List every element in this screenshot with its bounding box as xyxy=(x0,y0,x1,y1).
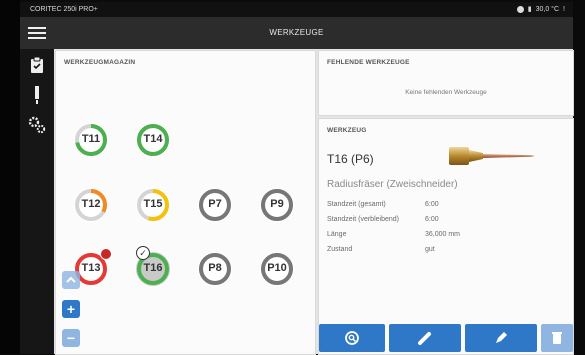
tool-slot-p10[interactable]: P10 xyxy=(260,252,294,286)
tool-property-value: 36,000 mm xyxy=(425,231,461,238)
tool-property-key: Länge xyxy=(327,231,347,238)
info-icon: ! xyxy=(563,5,565,13)
tool-slot-label: T11 xyxy=(81,133,101,145)
tool-slot-label: T12 xyxy=(81,198,101,210)
tool-slot-label: T14 xyxy=(143,133,163,145)
tool-slot-t11[interactable]: T11 xyxy=(74,123,108,157)
scroll-up-button[interactable] xyxy=(62,271,80,289)
tool-slot-label: P7 xyxy=(208,198,222,210)
delete-tool-button[interactable] xyxy=(541,324,573,352)
selected-check-icon: ✓ xyxy=(136,246,150,260)
tool-slot-p9[interactable]: P9 xyxy=(260,188,294,222)
tool-slot-t14[interactable]: T14 xyxy=(136,123,170,157)
tool-slot-label: P10 xyxy=(267,262,287,274)
tool-property-value: gut xyxy=(425,246,435,253)
missing-tools-title: FEHLENDE WERKZEUGE xyxy=(327,59,410,66)
measure-tool-button[interactable] xyxy=(389,324,461,352)
remove-tool-button[interactable]: − xyxy=(62,329,80,347)
tool-property-key: Standzeit (verbleibend) xyxy=(327,216,399,223)
tool-slot-label: P8 xyxy=(208,262,222,274)
warning-drop-icon xyxy=(100,248,112,260)
tool-slot-p7[interactable]: P7 xyxy=(198,188,232,222)
tool-slot-t16[interactable]: T16 ✓ xyxy=(136,246,170,286)
page-title: WERKZEUGE xyxy=(269,28,324,37)
tool-property-row: Länge 36,000 mm xyxy=(327,231,527,241)
tool-image xyxy=(449,144,539,168)
magazine-title: WERKZEUGMAGAZIN xyxy=(64,59,136,66)
tool-slot-label: T16 xyxy=(143,262,163,274)
add-tool-button[interactable]: + xyxy=(62,300,80,318)
status-icon xyxy=(516,5,524,13)
tool-details-title: WERKZEUG xyxy=(327,127,367,134)
search-tool-button[interactable] xyxy=(319,324,385,352)
tool-type: Radiusfräser (Zweischneider) xyxy=(327,179,458,190)
tool-slot-p8[interactable]: P8 xyxy=(198,252,232,286)
magazine-panel: WERKZEUGMAGAZIN T11 T14 T12 T15 P7 P9 T13 T16 ✓ P… xyxy=(55,50,316,355)
tool-property-key: Zustand xyxy=(327,246,353,253)
content-area: WERKZEUGMAGAZIN T11 T14 T12 T15 P7 P9 T13 T16 ✓ P… xyxy=(54,49,574,355)
missing-tools-empty-text: Keine fehlenden Werkzeuge xyxy=(405,89,487,96)
tool-icon xyxy=(418,332,431,345)
tool-property-value: 6:00 xyxy=(425,201,439,208)
tool-details-panel: WERKZEUG T16 (P6) Radiusfräser (Zweischn… xyxy=(318,118,574,355)
device-bezel-left xyxy=(0,0,20,354)
tool-property-value: 6:00 xyxy=(425,216,439,223)
tool-slot-label: P9 xyxy=(270,198,284,210)
nav-tool-icon[interactable] xyxy=(27,85,47,105)
app-bar: WERKZEUGE xyxy=(20,17,573,49)
system-icons: ▮ 30,0 °C ! xyxy=(516,5,565,13)
nav-settings-gear-icon[interactable] xyxy=(27,115,47,135)
tool-slot-label: T15 xyxy=(143,198,163,210)
tool-property-key: Standzeit (gesamt) xyxy=(327,201,386,208)
device-name: CORITEC 250i PRO+ xyxy=(30,6,98,13)
device-bezel-right xyxy=(573,0,585,354)
edit-tool-button[interactable] xyxy=(465,324,537,352)
tool-property-row: Zustand gut xyxy=(327,246,527,256)
tool-property-row: Standzeit (gesamt) 6:00 xyxy=(327,201,527,211)
pencil-icon xyxy=(496,332,507,343)
tool-slot-t15[interactable]: T15 xyxy=(136,188,170,222)
tool-name: T16 (P6) xyxy=(327,152,374,166)
trash-icon xyxy=(552,332,562,344)
side-navigation xyxy=(20,49,54,354)
temperature-readout: 30,0 °C xyxy=(535,5,560,13)
search-icon xyxy=(345,331,359,345)
status-bar: CORITEC 250i PRO+ ▮ 30,0 °C ! xyxy=(20,2,573,17)
thermometer-icon: ▮ xyxy=(527,6,532,13)
missing-tools-panel: FEHLENDE WERKZEUGE Keine fehlenden Werkz… xyxy=(318,50,574,116)
tool-property-row: Standzeit (verbleibend) 6:00 xyxy=(327,216,527,226)
nav-clipboard-icon[interactable] xyxy=(27,55,47,75)
tool-slot-t12[interactable]: T12 xyxy=(74,188,108,222)
